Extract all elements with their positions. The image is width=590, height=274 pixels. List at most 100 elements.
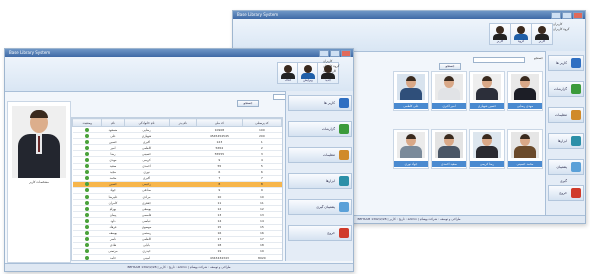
column-header[interactable]: کد پرسنلی [241,118,282,127]
minimize-button[interactable] [319,50,329,57]
back-sidebar: كاربر ها گزارشات تنظیمات ابزارها پشتیبان گیر… [545,51,585,223]
column-header[interactable]: وضعیت [72,118,103,127]
user-card[interactable]: حسین شهبازی [469,71,505,111]
user-card[interactable]: علی کاظمی [393,71,429,111]
sidebar-icon [571,136,581,146]
status-active-icon [85,127,90,132]
user-card-name: حسین شهبازی [470,103,504,109]
front-statusbar: BEHSAM 1392/2/28 | تاریخ : کاربر : admin… [5,263,353,271]
status-active-icon [85,145,90,150]
sidebar-icon [339,124,349,134]
status-active-icon [85,200,90,205]
sidebar-item-label: خروج [559,191,567,195]
user-card[interactable]: جواد نوری [393,129,429,169]
status-active-icon [85,218,90,223]
column-header[interactable]: نام پدر [168,118,197,127]
sidebar-icon [339,228,349,238]
front-tree: كاربران گروه كاربران کاربر جدید [323,59,353,74]
delete-user-button[interactable]: حذف [277,62,299,84]
user-icon [496,26,504,34]
sidebar-item[interactable]: خروج [288,225,352,241]
sidebar-item-label: گزارشات [321,127,335,131]
user-card[interactable]: مهدی رضایی [507,71,543,111]
user-detail-panel: مشخصات کاربر [7,101,71,263]
sidebar-icon [571,188,581,198]
tool-button-2[interactable]: گروه [510,23,532,45]
sidebar-item-label: خروج [327,231,335,235]
sidebar-item[interactable]: كاربر ها [548,55,584,71]
user-photo [397,132,425,158]
sidebar-item[interactable]: خروج [548,185,584,201]
minimize-button[interactable] [551,12,561,19]
status-active-icon [85,249,90,254]
sidebar-item[interactable]: كاربر ها [288,95,352,111]
sidebar-icon [571,58,581,68]
user-card-name: مهدی رضایی [508,103,542,109]
user-photo [397,74,425,100]
sidebar-item-label: تنظیمات [555,113,567,117]
column-header[interactable]: کد ملی [195,118,243,127]
close-button[interactable] [573,12,583,19]
sidebar-item-label: پشتیبان گیری [556,165,567,183]
sidebar-item[interactable]: تنظیمات [548,107,584,123]
search-label: جستجو [534,56,543,60]
status-active-icon [85,176,90,181]
close-button[interactable] [341,50,351,57]
sidebar-item[interactable]: پشتیبان گیری [288,199,352,215]
user-icon [284,65,292,73]
user-card[interactable]: محمد حسینی [507,129,543,169]
sidebar-item[interactable]: ابزارها [288,173,352,189]
detail-caption: مشخصات کاربر [29,180,49,184]
window-title: Base Library System [237,12,279,17]
user-card-grid: مهدی رضایی حسین شهبازی امیر اکبری علی کاظمی… [393,71,543,201]
tree-item[interactable]: کاربر جدید [323,69,353,74]
sidebar-icon [571,162,581,172]
column-header[interactable]: نام [101,118,125,127]
status-active-icon [85,231,90,236]
status-active-icon [85,225,90,230]
front-window-titlebar: Base Library System [5,49,353,57]
tool-button-3[interactable]: كاربر [531,23,553,45]
sidebar-item-label: كاربر ها [556,61,567,65]
tool-button-1[interactable]: کاربر [489,23,511,45]
sidebar-item-label: ابزارها [325,179,335,183]
status-active-icon [85,206,90,211]
sidebar-icon [571,110,581,120]
search-input[interactable] [473,57,525,63]
maximize-button[interactable] [330,50,340,57]
user-photo [435,132,463,158]
user-card-name: علی کاظمی [394,103,428,109]
sidebar-item-label: ابزارها [557,139,567,143]
sidebar-item-label: كاربر ها [324,101,335,105]
front-ribbon: حذف ویرایش جدید كاربران گروه كاربران کاربر… [5,57,353,92]
back-tree: كاربران گروه كاربران [553,22,583,32]
maximize-button[interactable] [562,12,572,19]
status-active-icon [85,139,90,144]
sidebar-icon [339,98,349,108]
sidebar-item[interactable]: ابزارها [548,133,584,149]
sidebar-item-label: پشتیبان گیری [316,205,335,209]
front-sidebar: كاربر ها گزارشات تنظیمات ابزارها پشتیبان گیر… [285,91,353,261]
sidebar-item[interactable]: تنظیمات [288,147,352,163]
user-card[interactable]: سعید احمدی [431,129,467,169]
sidebar-item[interactable]: گزارشات [288,121,352,137]
user-card[interactable]: امیر اکبری [431,71,467,111]
user-card[interactable]: رضا کریمی [469,129,505,169]
sidebar-icon [571,84,581,94]
sidebar-item[interactable]: گزارشات [548,81,584,97]
status-active-icon [85,151,90,156]
sidebar-item-label: تنظیمات [323,153,335,157]
sidebar-item[interactable]: پشتیبان گیری [548,159,584,183]
user-icon [304,65,312,73]
user-card-name: سعید احمدی [432,161,466,167]
user-card-name: رضا کریمی [470,161,504,167]
tree-item[interactable]: گروه كاربران [553,27,583,32]
search-button[interactable]: جستجو [439,63,461,70]
filter-search-button[interactable]: جستجو [237,100,259,107]
back-window-titlebar: Base Library System [233,11,585,19]
column-header[interactable]: نام خانوادگی [123,118,170,127]
edit-user-button[interactable]: ویرایش [297,62,319,84]
user-card-name: امیر اکبری [432,103,466,109]
status-active-icon [85,188,90,193]
status-active-icon [85,133,90,138]
